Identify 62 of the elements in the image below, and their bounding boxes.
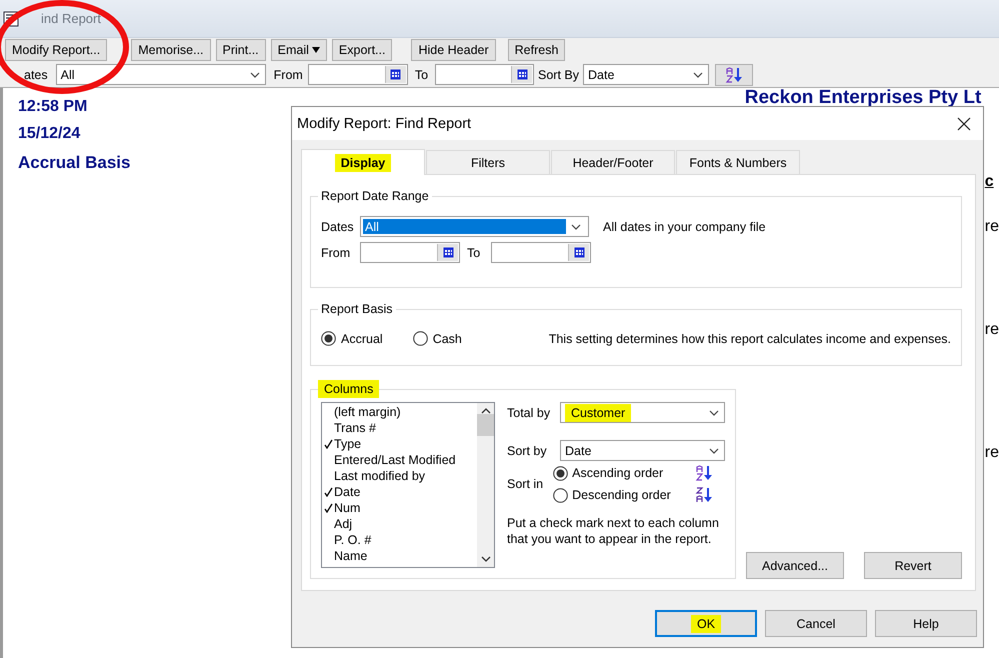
dates-dropdown[interactable]: All bbox=[360, 216, 589, 237]
field-label: Sort by bbox=[507, 444, 547, 458]
column-list-item[interactable]: Name bbox=[334, 548, 477, 564]
total-by-dropdown[interactable]: Customer bbox=[560, 402, 725, 423]
column-list-item[interactable]: (left margin) bbox=[334, 404, 477, 420]
toolbar-button[interactable]: Memorise... bbox=[131, 39, 211, 61]
tab[interactable]: Filters bbox=[426, 150, 550, 174]
radio-label: Cash bbox=[432, 332, 462, 346]
field-label: To bbox=[414, 68, 428, 82]
toolbar-button[interactable]: Print... bbox=[216, 39, 266, 61]
report-text: re bbox=[984, 218, 999, 236]
field-label: Dates bbox=[321, 220, 355, 234]
tab[interactable]: Display bbox=[301, 149, 425, 175]
report-text: re bbox=[984, 444, 999, 462]
column-list-item[interactable]: Trans # bbox=[334, 420, 477, 436]
dialog-title: Modify Report: Find Report bbox=[297, 116, 472, 132]
dialog-button[interactable]: Help bbox=[875, 610, 977, 637]
column-list-item[interactable]: Entered/Last Modified bbox=[334, 452, 477, 468]
field-label: From bbox=[274, 68, 303, 82]
dialog-button[interactable]: Revert bbox=[864, 552, 962, 579]
radio-label: Ascending order bbox=[572, 466, 664, 480]
toolbar-button[interactable]: Modify Report... bbox=[5, 39, 108, 61]
report-time: 12:58 PM bbox=[18, 97, 88, 117]
note-text: This setting determines how this report calculates income and expenses. bbox=[548, 332, 951, 346]
column-list-item[interactable]: Type bbox=[334, 436, 477, 452]
sort-by-dropdown[interactable]: Date bbox=[583, 64, 710, 85]
column-list-item[interactable]: Adj bbox=[334, 516, 477, 532]
dialog-button[interactable]: Advanced... bbox=[746, 552, 844, 579]
column-heading: c bbox=[984, 173, 994, 191]
radio-label: Accrual bbox=[341, 332, 383, 346]
field-label: To bbox=[467, 246, 482, 260]
field-label: Sort By bbox=[538, 68, 580, 82]
field-label: From bbox=[321, 246, 352, 260]
dialog-button[interactable]: OK bbox=[655, 610, 757, 637]
group-title: Report Date Range bbox=[320, 189, 430, 203]
dialog-button[interactable]: Cancel bbox=[765, 610, 867, 637]
hint-text: Put a check mark next to each column that you want to appear in the report. bbox=[507, 515, 720, 547]
report-basis: Accrual Basis bbox=[18, 152, 130, 174]
note-text: All dates in your company file bbox=[603, 220, 766, 234]
radio-label: Descending order bbox=[572, 488, 672, 502]
window-title: ind Report bbox=[41, 11, 101, 26]
dates-dropdown[interactable]: All bbox=[56, 64, 266, 85]
toolbar-button[interactable]: Export... bbox=[332, 39, 392, 61]
tab[interactable]: Fonts & Numbers bbox=[676, 150, 800, 174]
company-name: Reckon Enterprises Pty Lt bbox=[744, 87, 982, 109]
column-list-item[interactable]: Date bbox=[334, 484, 477, 500]
tab[interactable]: Header/Footer bbox=[551, 150, 675, 174]
column-list-item[interactable]: Last modified by bbox=[334, 468, 477, 484]
report-date: 15/12/24 bbox=[18, 124, 80, 144]
report-text: re bbox=[984, 321, 999, 339]
column-list-item[interactable]: P. O. # bbox=[334, 532, 477, 548]
field-label: Sort in bbox=[507, 477, 544, 491]
field-label: ates bbox=[24, 68, 48, 82]
sort-by-dropdown[interactable]: Date bbox=[560, 440, 725, 461]
toolbar-button[interactable]: Refresh bbox=[508, 39, 566, 61]
field-label: Total by bbox=[507, 406, 550, 420]
toolbar-button[interactable]: Hide Header bbox=[411, 39, 496, 61]
group-title: Columns bbox=[318, 380, 380, 398]
menu-button[interactable]: Email bbox=[270, 39, 327, 61]
group-title: Report Basis bbox=[320, 302, 394, 316]
column-list[interactable]: (left margin) Trans # Type Entered/Last Modified Last modified by Date Num Adj P. O. # Name bbox=[321, 402, 495, 568]
column-list-item[interactable]: Num bbox=[334, 500, 477, 516]
